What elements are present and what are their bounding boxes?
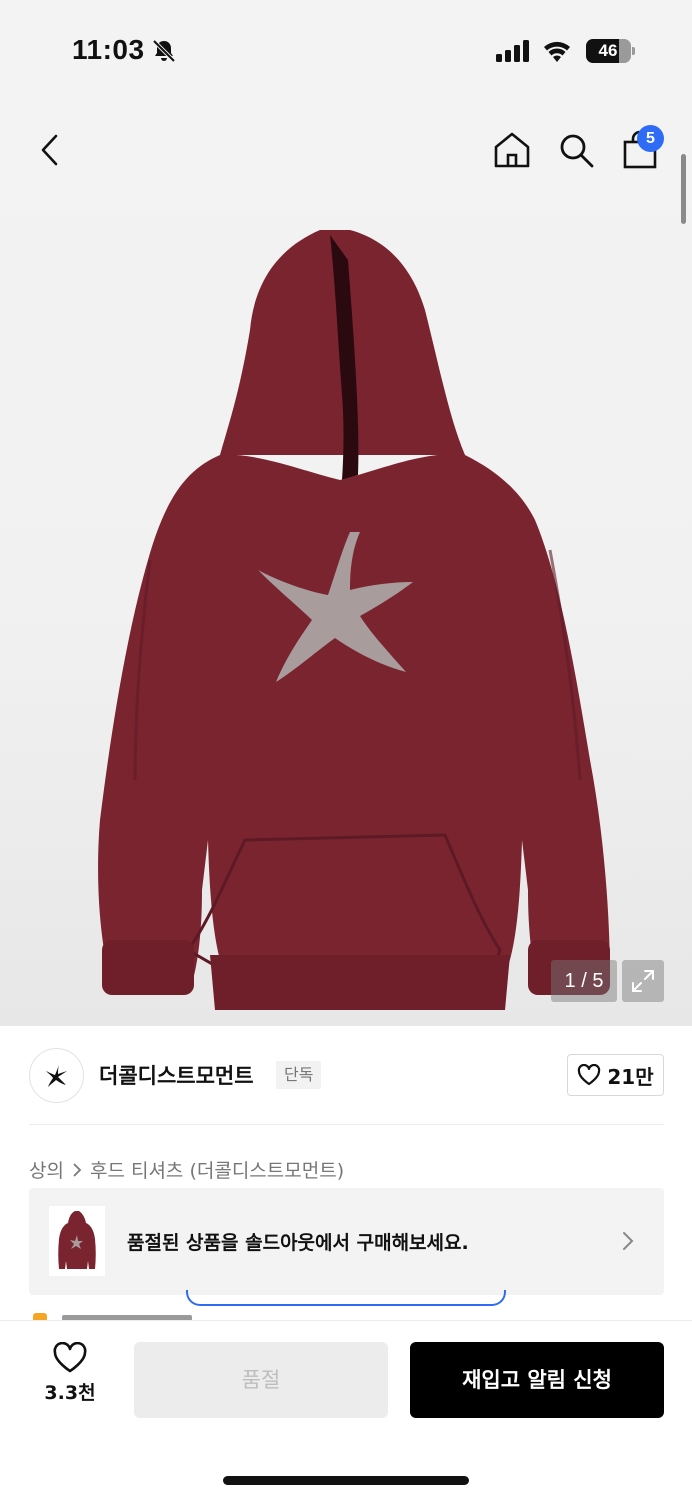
home-button[interactable] <box>488 126 536 174</box>
chevron-left-icon <box>41 134 58 166</box>
breadcrumb: 상의 후드 티셔츠 (더콜디스트모먼트) <box>29 1156 344 1183</box>
brand-logo[interactable] <box>29 1048 84 1103</box>
wishlist-button[interactable]: 3.3천 <box>30 1342 110 1420</box>
breadcrumb-subcategory[interactable]: 후드 티셔츠 (더콜디스트모먼트) <box>90 1156 344 1183</box>
status-time: 11:03 <box>72 34 145 65</box>
brand-star-logo-icon <box>45 1064 67 1087</box>
search-icon <box>560 134 594 168</box>
brand-like-button[interactable]: 21만 <box>567 1054 664 1096</box>
cart-count-badge: 5 <box>637 125 664 152</box>
wishlist-count: 3.3천 <box>44 1382 96 1404</box>
partially-hidden-button-outline <box>186 1290 506 1306</box>
banner-thumbnail <box>49 1206 105 1276</box>
status-bar: 11:03 46 <box>0 0 692 100</box>
heart-icon <box>578 1064 601 1086</box>
chevron-right-icon <box>623 1232 634 1250</box>
soldout-banner[interactable]: 품절된 상품을 솔드아웃에서 구매해보세요. <box>29 1188 664 1295</box>
product-image <box>98 230 610 1010</box>
divider <box>29 1124 664 1125</box>
breadcrumb-category[interactable]: 상의 <box>29 1156 64 1183</box>
expand-icon <box>632 970 654 992</box>
scroll-indicator <box>681 154 686 224</box>
chevron-right-icon <box>73 1162 82 1177</box>
wifi-icon <box>544 41 570 62</box>
brand-like-count: 21만 <box>607 1064 654 1089</box>
restock-alert-button[interactable]: 재입고 알림 신청 <box>410 1342 664 1418</box>
product-image-area[interactable]: 1 / 5 <box>0 100 692 1026</box>
brand-name[interactable]: 더콜디스트모먼트 <box>99 1060 254 1090</box>
bell-muted-icon <box>152 39 176 63</box>
soldout-button: 품절 <box>134 1342 388 1418</box>
exclusive-badge: 단독 <box>276 1061 322 1089</box>
banner-text: 품절된 상품을 솔드아웃에서 구매해보세요. <box>127 1232 469 1254</box>
image-counter: 1 / 5 <box>551 960 617 1002</box>
battery-tip <box>632 47 635 55</box>
heart-icon <box>53 1342 87 1373</box>
search-button[interactable] <box>552 126 600 174</box>
hoodie-thumbnail-image <box>58 1211 96 1269</box>
signal-icon <box>496 40 529 62</box>
battery-level: 46 <box>598 41 618 60</box>
battery-icon: 46 <box>586 39 631 63</box>
expand-button[interactable] <box>622 960 664 1002</box>
back-button[interactable] <box>26 126 74 174</box>
home-indicator[interactable] <box>223 1476 469 1485</box>
home-icon <box>494 132 530 168</box>
